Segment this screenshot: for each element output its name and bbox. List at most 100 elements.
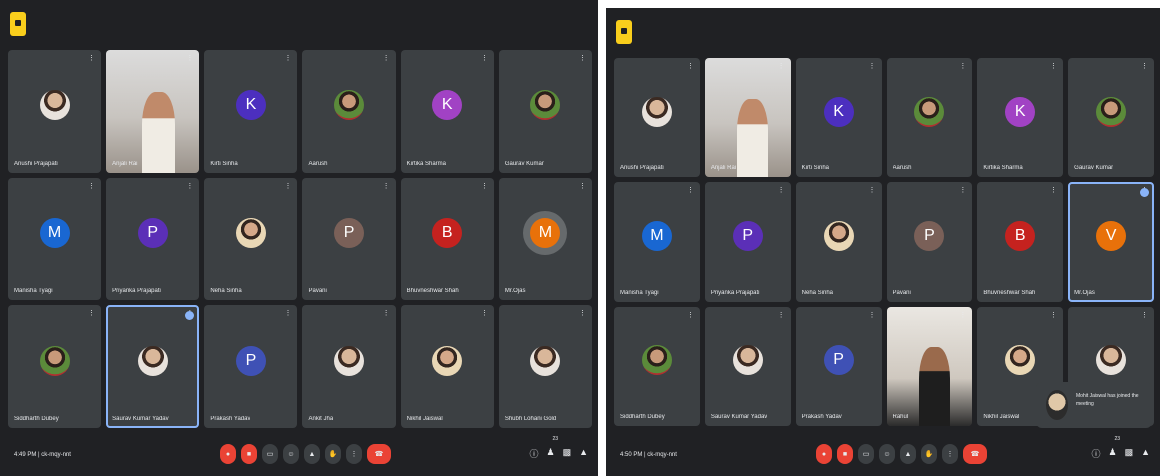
participant-tile[interactable]: ⋮ Siddharth Dubey [614, 306, 700, 426]
chat-icon[interactable]: ▩ [563, 447, 572, 460]
mic-off-button[interactable]: ● [220, 444, 236, 464]
more-vert-icon[interactable]: ⋮ [284, 55, 291, 62]
more-vert-icon[interactable]: ⋮ [1141, 63, 1148, 70]
more-vert-icon[interactable]: ⋮ [1141, 312, 1148, 319]
more-vert-icon[interactable]: ⋮ [778, 312, 785, 319]
present-button[interactable]: ▲ [304, 444, 320, 464]
participant-tile[interactable]: M ⋮ Manisha Tyagi [8, 177, 102, 301]
more-vert-icon[interactable]: ⋮ [383, 183, 390, 190]
raise-hand-button[interactable]: ✋ [921, 444, 937, 464]
camera-off-button[interactable]: ■ [837, 444, 853, 464]
participant-tile[interactable]: ⋮ Neha Sinha [795, 182, 882, 302]
raise-hand-button[interactable]: ✋ [325, 444, 341, 464]
participant-tile[interactable]: M ⋮ Mr.Ojas [498, 177, 592, 301]
more-vert-icon[interactable]: ⋮ [869, 63, 876, 70]
more-vert-icon[interactable]: ⋮ [88, 55, 95, 62]
more-vert-icon[interactable]: ⋮ [959, 312, 966, 319]
more-vert-icon[interactable]: ⋮ [579, 55, 586, 62]
activities-icon[interactable]: ▲ [1141, 447, 1150, 460]
captions-button[interactable]: ▭ [858, 444, 874, 464]
people-icon[interactable]: ♟ [1108, 447, 1116, 460]
participant-tile[interactable]: M ⋮ Manisha Tyagi [614, 182, 700, 302]
more-vert-icon[interactable]: ⋮ [284, 310, 291, 317]
more-vert-icon[interactable]: ⋮ [481, 183, 488, 190]
participant-tile[interactable]: K ⋮ Kirtika Sharma [400, 50, 494, 173]
participant-tile[interactable]: ⋮ Siddharth Dubey [8, 305, 102, 428]
more-vert-icon[interactable]: ⋮ [186, 55, 193, 62]
avatar: V [1096, 221, 1127, 252]
more-vert-icon[interactable]: ⋮ [284, 183, 291, 190]
people-icon[interactable]: ♟ [546, 447, 554, 460]
meet-logo-icon [10, 12, 26, 36]
leave-call-button[interactable]: ☎ [963, 444, 987, 464]
emoji-button[interactable]: ☺ [879, 444, 895, 464]
participant-tile[interactable]: K ⋮ Kirti Sinha [795, 58, 882, 178]
participant-tile[interactable]: ⋮ Rahul [886, 306, 973, 426]
avatar [530, 345, 561, 376]
more-options-button[interactable]: ⋮ [942, 444, 958, 464]
participant-tile[interactable]: ⋮ Gaurav Kumar [498, 50, 592, 173]
more-vert-icon[interactable]: ⋮ [186, 183, 193, 190]
more-vert-icon[interactable]: ⋮ [959, 187, 966, 194]
mic-off-button[interactable]: ● [816, 444, 832, 464]
participant-tile[interactable]: K ⋮ Kirtika Sharma [977, 58, 1064, 178]
activities-icon[interactable]: ▲ [579, 447, 588, 460]
participant-tile[interactable]: P ⋮ Prakash Yadav [795, 306, 882, 426]
participant-tile[interactable]: ⋮ Aarush [886, 58, 973, 178]
more-vert-icon[interactable]: ⋮ [687, 187, 694, 194]
participant-tile[interactable]: B ⋮ Bhuvneshwar Shah [400, 177, 494, 301]
more-vert-icon[interactable]: ⋮ [1050, 312, 1057, 319]
chat-icon[interactable]: ▩ [1125, 447, 1134, 460]
more-vert-icon[interactable]: ⋮ [778, 187, 785, 194]
more-vert-icon[interactable]: ⋮ [687, 63, 694, 70]
participant-tile[interactable]: P ⋮ Priyanka Prajapati [106, 177, 200, 301]
participant-tile[interactable]: P ⋮ Pavani [886, 182, 973, 302]
more-vert-icon[interactable]: ⋮ [869, 312, 876, 319]
emoji-button[interactable]: ☺ [283, 444, 299, 464]
more-vert-icon[interactable]: ⋮ [579, 183, 586, 190]
more-vert-icon[interactable]: ⋮ [88, 310, 95, 317]
participant-tile[interactable]: ⋮ Gaurav Kumar [1068, 58, 1154, 178]
participant-tile[interactable]: ⋮Saurav Kumar Yadav [704, 306, 791, 426]
more-options-button[interactable]: ⋮ [346, 444, 362, 464]
participant-tile[interactable]: V⋮Mr.Ojas [1068, 182, 1154, 302]
participant-tile[interactable]: ⋮ Anushi Prajapati [8, 50, 102, 173]
leave-call-button[interactable]: ☎ [367, 444, 391, 464]
info-icon[interactable]: ⓘ [529, 447, 538, 460]
more-vert-icon[interactable]: ⋮ [869, 187, 876, 194]
more-vert-icon[interactable]: ⋮ [1050, 63, 1057, 70]
camera-off-button[interactable]: ■ [241, 444, 257, 464]
call-controls: ● ■ ▭ ☺ ▲ ✋ ⋮ ☎ [220, 444, 391, 464]
more-vert-icon[interactable]: ⋮ [1050, 187, 1057, 194]
info-icon[interactable]: ⓘ [1091, 447, 1100, 460]
participant-tile[interactable]: ⋮ Anjali Rai [704, 58, 791, 178]
present-button[interactable]: ▲ [900, 444, 916, 464]
participant-tile[interactable]: P ⋮ Pavani [302, 177, 396, 301]
participant-tile[interactable]: K ⋮ Kirti Sinha [204, 50, 298, 173]
participant-tile[interactable]: ⋮ Aarush [302, 50, 396, 173]
participant-tile[interactable]: B ⋮ Bhuvneshwar Shah [977, 182, 1064, 302]
participant-tile[interactable]: P ⋮ Prakash Yadav [204, 305, 298, 428]
video-feed [704, 58, 791, 178]
more-vert-icon[interactable]: ⋮ [778, 63, 785, 70]
participant-tile[interactable]: ⋮Saurav Kumar Yadav [106, 305, 200, 428]
avatar [641, 345, 672, 376]
more-vert-icon[interactable]: ⋮ [383, 55, 390, 62]
participant-tile[interactable]: ⋮ Anjali Rai [106, 50, 200, 173]
participant-tile[interactable]: ⋮ Ankit Jha [302, 305, 396, 428]
more-vert-icon[interactable]: ⋮ [481, 55, 488, 62]
avatar [334, 90, 365, 121]
participant-tile[interactable]: ⋮ Anushi Prajapati [614, 58, 700, 178]
more-vert-icon[interactable]: ⋮ [959, 63, 966, 70]
more-vert-icon[interactable]: ⋮ [383, 310, 390, 317]
captions-button[interactable]: ▭ [262, 444, 278, 464]
more-vert-icon[interactable]: ⋮ [88, 183, 95, 190]
more-vert-icon[interactable]: ⋮ [579, 310, 586, 317]
participant-tile[interactable]: ⋮ Neha Sinha [204, 177, 298, 301]
participant-tile[interactable]: P ⋮ Priyanka Prajapati [704, 182, 791, 302]
participant-tile[interactable]: ⋮ Nikhil Jaiswal [400, 305, 494, 428]
more-vert-icon[interactable]: ⋮ [481, 310, 488, 317]
avatar [235, 217, 266, 248]
more-vert-icon[interactable]: ⋮ [687, 312, 694, 319]
participant-tile[interactable]: ⋮ Shubh Lohani Gold [498, 305, 592, 428]
